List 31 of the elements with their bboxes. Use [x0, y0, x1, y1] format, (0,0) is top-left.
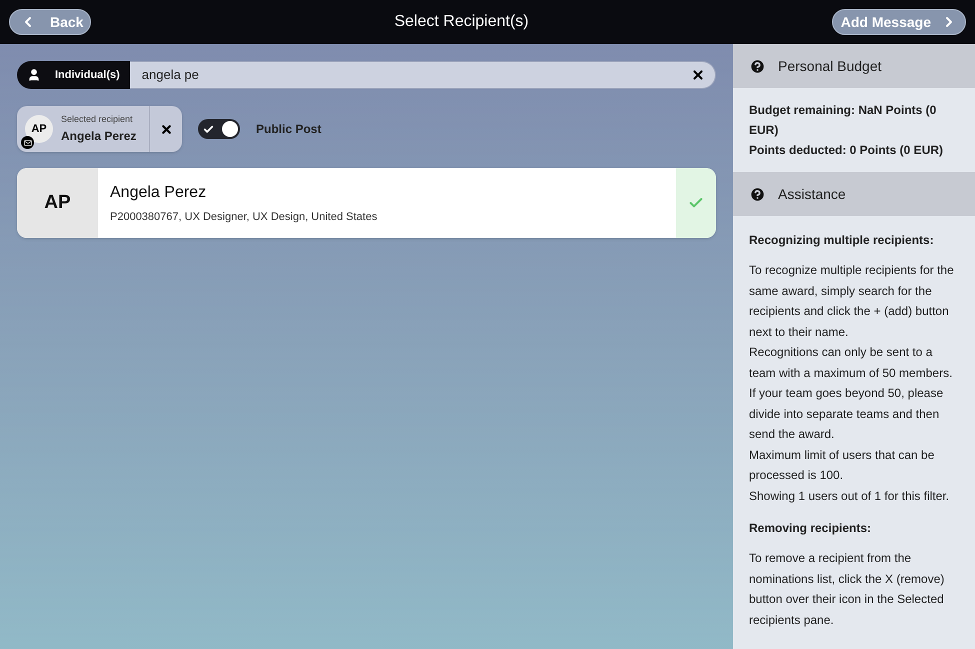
help-icon	[749, 186, 766, 202]
help-icon	[749, 58, 766, 74]
avatar: AP	[25, 115, 53, 143]
section-title: Assistance	[778, 184, 846, 204]
result-name: Angela Perez	[110, 182, 208, 203]
help-text: To recognize multiple recipients for the same award, simply search for the recipients and click the + (add) button next to their name.	[749, 262, 955, 340]
help-text: To remove a recipient from the nominations list, click the X (remove) button over their icon in the Selected recipients pane.	[749, 550, 946, 628]
person-icon	[27, 68, 41, 82]
selected-caption: Selected recipient	[61, 113, 134, 126]
public-post-label: Public Post	[256, 121, 322, 138]
mail-badge-icon	[21, 136, 34, 149]
budget-text: Points deducted: 0 Points (0 EUR)	[749, 142, 944, 159]
mode-selector[interactable]: Individual(s)	[17, 61, 130, 89]
budget-text: Budget remaining: NaN Points (0 EUR)	[749, 102, 938, 139]
help-text: Maximum limit of users that can be processed is 100.	[749, 446, 936, 484]
result-card[interactable]: AP Angela Perez P2000380767, UX Designer, UX Design, United States	[17, 168, 716, 238]
help-text: Recognitions can only be sent to a team with a maximum of 50 members.	[749, 344, 954, 382]
clear-icon[interactable]	[691, 68, 705, 82]
selected-name: Angela Perez	[61, 128, 138, 145]
page-title: Select Recipient(s)	[394, 12, 529, 32]
initials-tile: AP	[17, 168, 98, 238]
help-text: Showing 1 users out of 1 for this filter.	[749, 488, 950, 504]
help-text: If your team goes beyond 50, please divide into separate teams and then send the award.	[749, 385, 944, 443]
close-icon	[160, 122, 172, 136]
check-icon	[203, 124, 214, 134]
result-details: P2000380767, UX Designer, UX Design, United States	[110, 210, 378, 225]
section-title: Personal Budget	[778, 56, 882, 76]
search-field[interactable]: angela pe	[130, 61, 716, 89]
help-heading: Removing recipients:	[749, 520, 872, 537]
public-post-toggle[interactable]	[198, 119, 240, 139]
help-heading: Recognizing multiple recipients:	[749, 232, 935, 249]
